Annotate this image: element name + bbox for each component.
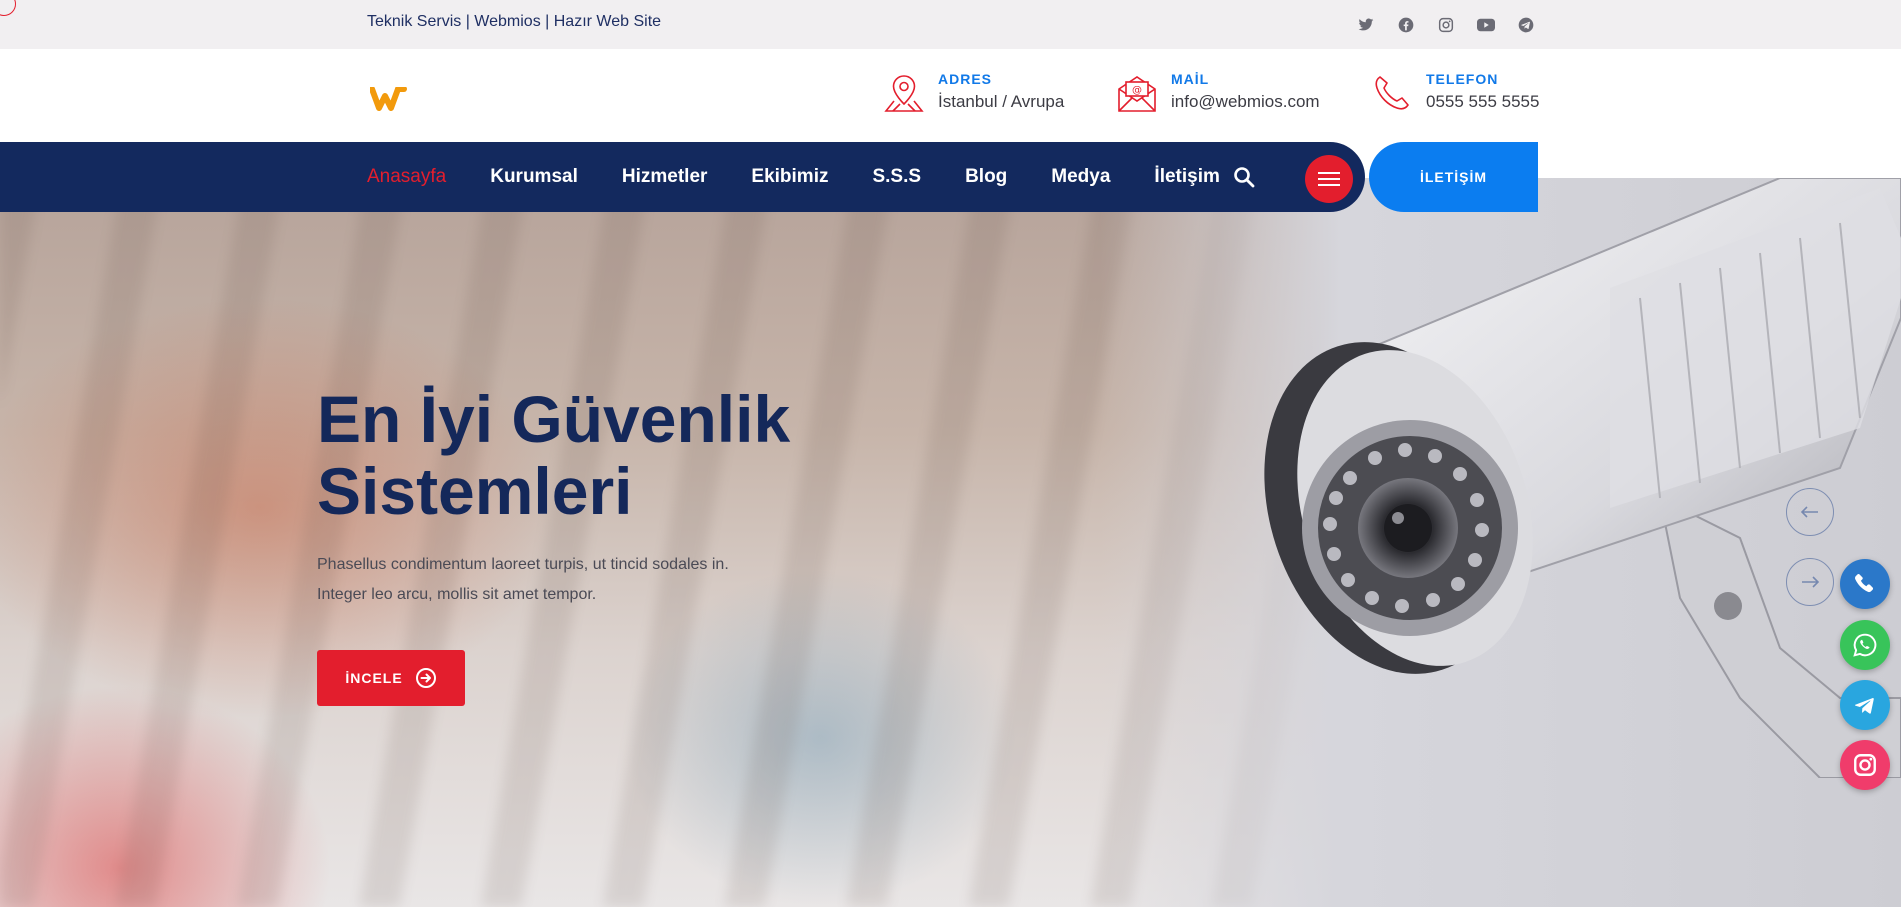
mail-icon: @ [1118,76,1156,112]
phone-icon [1375,76,1409,110]
youtube-icon[interactable] [1475,14,1497,36]
top-bar: Teknik Servis | Webmios | Hazır Web Site [0,0,1901,49]
phone-icon [1855,574,1874,593]
nav-item-ekibimiz[interactable]: Ekibimiz [751,166,828,188]
slider-next-button[interactable] [1786,558,1834,606]
site-header: ADRES İstanbul / Avrupa @ MAİL info@webm… [0,49,1901,142]
instagram-icon [1854,754,1876,776]
telegram-icon[interactable] [1515,14,1537,36]
cctv-camera-image [1264,178,1901,778]
instagram-icon[interactable] [1435,14,1457,36]
social-links [1355,14,1537,36]
hamburger-icon [1318,172,1340,174]
contact-address: ADRES İstanbul / Avrupa [882,71,1064,115]
svg-text:@: @ [1132,85,1142,96]
menu-toggle-button[interactable] [1305,155,1353,203]
hero-cta-button[interactable]: İNCELE [317,650,465,706]
nav-item-hizmetler[interactable]: Hizmetler [622,166,708,188]
contact-mail-value[interactable]: info@webmios.com [1171,92,1320,112]
nav-item-kurumsal[interactable]: Kurumsal [490,166,578,188]
main-navigation: Anasayfa Kurumsal Hizmetler Ekibimiz S.S… [0,142,1365,212]
nav-item-medya[interactable]: Medya [1051,166,1110,188]
arrow-right-icon [1802,576,1820,588]
nav-item-blog[interactable]: Blog [965,166,1007,188]
float-instagram-button[interactable] [1840,740,1890,790]
map-pin-icon [884,75,924,112]
site-logo[interactable] [369,86,408,115]
hero-title: En İyi Güvenlik Sistemleri [317,382,791,528]
hero-description: Phasellus condimentum laoreet turpis, ut… [317,556,729,603]
contact-phone: TELEFON 0555 555 5555 [1370,71,1539,115]
float-whatsapp-button[interactable] [1840,620,1890,670]
contact-phone-value[interactable]: 0555 555 5555 [1426,92,1539,112]
hero-cta-label: İNCELE [345,670,403,686]
float-phone-button[interactable] [1840,559,1890,609]
float-telegram-button[interactable] [1840,680,1890,730]
whatsapp-icon [1853,633,1877,657]
hero-slider: En İyi Güvenlik Sistemleri Phasellus con… [0,178,1901,907]
top-tagline: Teknik Servis | Webmios | Hazır Web Site [367,13,662,30]
twitter-icon[interactable] [1355,14,1377,36]
contact-address-title: ADRES [938,71,993,87]
contact-address-value: İstanbul / Avrupa [938,92,1065,111]
contact-mail-title: MAİL [1171,71,1210,87]
arrow-circle-right-icon [415,668,436,688]
arrow-left-icon [1800,506,1818,518]
logo-icon [369,86,407,111]
nav-item-anasayfa[interactable]: Anasayfa [367,166,446,188]
nav-item-iletisim[interactable]: İletişim [1154,166,1219,188]
facebook-icon[interactable] [1395,14,1417,36]
nav-contact-button[interactable]: İLETİŞİM [1369,142,1538,212]
search-icon[interactable] [1232,165,1256,189]
contact-mail: @ MAİL info@webmios.com [1115,71,1320,115]
corner-circle-icon [0,0,16,16]
contact-phone-title: TELEFON [1426,71,1499,87]
telegram-icon [1854,698,1874,714]
slider-prev-button[interactable] [1786,488,1834,536]
nav-item-sss[interactable]: S.S.S [872,166,921,188]
